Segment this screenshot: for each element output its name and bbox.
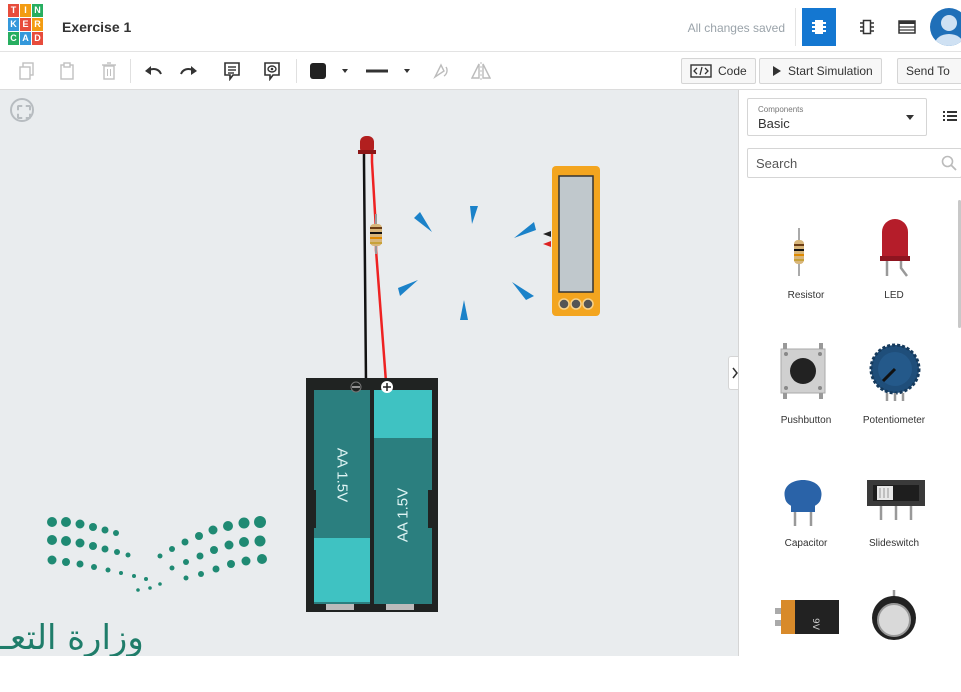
logo-letter: R <box>32 18 43 31</box>
loading-spinner <box>398 206 536 320</box>
note-icon[interactable] <box>221 60 243 82</box>
component-capacitor[interactable]: Capacitor <box>761 458 851 568</box>
save-status: All changes saved <box>687 21 785 35</box>
component-label: Capacitor <box>784 538 828 549</box>
led-component <box>358 136 376 154</box>
play-icon <box>773 66 781 76</box>
component-list-button[interactable] <box>890 8 924 46</box>
code-button[interactable]: Code <box>681 58 756 84</box>
circuit-canvas[interactable]: AA 1.5V AA 1.5V <box>0 90 738 656</box>
ministry-logo-dots <box>47 516 267 592</box>
component-pushbutton[interactable]: Pushbutton <box>761 335 851 445</box>
trash-icon[interactable] <box>98 60 120 82</box>
redo-icon[interactable] <box>178 60 200 82</box>
wire-style-dropdown[interactable] <box>364 60 414 82</box>
component-label: Potentiometer <box>862 415 926 426</box>
resistor-icon <box>794 228 804 276</box>
line-style-icon <box>366 69 410 73</box>
send-to-button[interactable]: Send To <box>897 58 961 84</box>
components-panel: Components Basic Resistor LED <box>738 90 961 656</box>
black-wire <box>362 150 368 383</box>
component-label: LED <box>884 290 904 301</box>
component-resistor[interactable]: Resistor <box>761 210 851 320</box>
circuit-drawing <box>47 136 600 612</box>
component-9v-battery[interactable]: 9V <box>761 582 851 692</box>
logo-letter: K <box>8 18 19 31</box>
paste-icon[interactable] <box>56 60 78 82</box>
user-avatar[interactable] <box>930 8 961 46</box>
schematic-view-button[interactable] <box>850 8 884 46</box>
table-icon <box>898 20 916 34</box>
search-icon <box>941 155 957 171</box>
send-to-label: Send To <box>906 64 950 78</box>
divider <box>795 8 796 46</box>
logo-letter: E <box>20 18 31 31</box>
logo-letter: C <box>8 32 19 45</box>
component-label: Resistor <box>787 290 825 301</box>
top-bar: T I N K E R C A D Exercise 1 All changes… <box>0 0 961 52</box>
component-led[interactable]: LED <box>849 210 939 320</box>
potentiometer-icon <box>869 343 921 401</box>
battery-cell-label: AA 1.5V <box>394 487 412 543</box>
notes-visibility-icon[interactable] <box>261 60 283 82</box>
rotate-icon[interactable] <box>430 60 452 82</box>
component-label: Pushbutton <box>780 415 832 426</box>
search-input[interactable] <box>748 149 961 177</box>
component-potentiometer[interactable]: Potentiometer <box>849 335 939 445</box>
resistor-component <box>370 214 382 254</box>
logo-letter: N <box>32 4 43 17</box>
code-icon <box>690 64 712 78</box>
logo-letter: I <box>20 4 31 17</box>
logo-letter: T <box>8 4 19 17</box>
components-value: Basic <box>758 116 790 131</box>
red-wire <box>370 150 388 383</box>
battery-cell-label: AA 1.5V <box>333 447 351 503</box>
component-label: Slideswitch <box>868 538 920 549</box>
component-search <box>747 148 961 178</box>
multimeter-component <box>543 166 600 316</box>
components-dropdown[interactable]: Components Basic <box>747 98 927 136</box>
logo-letter: D <box>32 32 43 45</box>
slideswitch-icon <box>867 480 925 520</box>
schematic-view-icon <box>860 19 874 35</box>
fill-color-dropdown[interactable] <box>308 60 352 82</box>
start-simulation-label: Start Simulation <box>788 64 873 78</box>
start-simulation-button[interactable]: Start Simulation <box>759 58 882 84</box>
copy-icon[interactable] <box>16 60 38 82</box>
list-view-icon[interactable] <box>943 110 957 125</box>
pushbutton-icon <box>780 343 826 399</box>
undo-icon[interactable] <box>142 60 164 82</box>
component-coin-cell[interactable] <box>849 582 939 692</box>
logo-letter: A <box>20 32 31 45</box>
capacitor-icon <box>784 480 822 526</box>
circuit-view-button[interactable] <box>802 8 836 46</box>
flip-icon[interactable] <box>470 60 492 82</box>
ministry-watermark-text: وزارة التعـ <box>0 620 144 656</box>
component-slideswitch[interactable]: Slideswitch <box>849 458 939 568</box>
tinkercad-logo[interactable]: T I N K E R C A D <box>8 4 44 48</box>
battery-pack <box>306 378 438 612</box>
editor-toolbar: Code Start Simulation Send To <box>0 52 961 90</box>
components-caption: Components <box>758 105 804 114</box>
svg-text:9V: 9V <box>810 618 820 631</box>
9v-battery-icon: 9V <box>775 600 839 634</box>
coin-cell-icon <box>872 590 916 640</box>
code-button-label: Code <box>718 64 747 78</box>
design-title[interactable]: Exercise 1 <box>62 19 131 35</box>
divider <box>130 59 131 83</box>
user-icon <box>935 15 961 46</box>
color-swatch-icon <box>310 63 348 79</box>
chevron-down-icon <box>906 115 914 120</box>
circuit-view-icon <box>812 20 826 34</box>
divider <box>296 59 297 83</box>
led-icon <box>880 219 910 277</box>
